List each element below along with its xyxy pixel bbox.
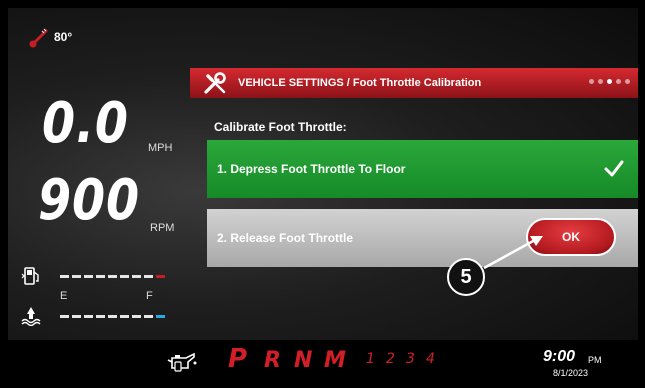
page-dot-active	[607, 79, 612, 84]
ok-button[interactable]: OK	[526, 218, 616, 256]
dashboard-screen: 80° 0.0 MPH 900 RPM E F VEHICLE SETTINGS…	[8, 8, 638, 380]
coolant-level-bar	[60, 314, 165, 318]
clock-date: 8/1/2023	[553, 368, 589, 378]
temperature-value: 80°	[54, 30, 73, 44]
thermometer-icon	[29, 28, 48, 48]
speed-unit: MPH	[148, 142, 173, 154]
wrench-screwdriver-icon	[204, 72, 226, 94]
speed-readout: 0.0	[42, 91, 129, 156]
panel-header: VEHICLE SETTINGS / Foot Throttle Calibra…	[190, 68, 638, 98]
rpm-unit: RPM	[150, 222, 175, 234]
page-dot	[625, 79, 630, 84]
page-dot	[598, 79, 603, 84]
oil-can-icon	[167, 352, 197, 372]
coolant-gauge	[20, 306, 165, 326]
step1-label: 1. Depress Foot Throttle To Floor	[217, 162, 406, 176]
calibration-subtitle: Calibrate Foot Throttle:	[214, 120, 347, 134]
page-indicator	[589, 79, 630, 84]
status-bar: P R N M 1 2 3 4 9:00 PM 8/1/2023	[8, 340, 638, 380]
temperature-indicator: 80°	[28, 26, 72, 48]
page-dot	[616, 79, 621, 84]
fuel-pump-icon	[21, 267, 39, 285]
gear-park: P	[228, 344, 248, 374]
gear-1: 1	[366, 351, 375, 367]
gear-4: 4	[426, 351, 435, 367]
gear-neutral: N	[294, 348, 313, 373]
coolant-empty-label: E	[60, 290, 68, 302]
callout-step-number: 5	[447, 258, 485, 296]
step2-label: 2. Release Foot Throttle	[217, 231, 354, 245]
page-dot	[589, 79, 594, 84]
clock-ampm: PM	[588, 355, 602, 365]
gear-2: 2	[386, 351, 395, 367]
fuel-level-bar	[60, 274, 165, 278]
coolant-full-label: F	[146, 290, 153, 302]
coolant-icon	[21, 307, 41, 326]
fuel-gauge	[20, 266, 165, 286]
step-depress-throttle: 1. Depress Foot Throttle To Floor	[207, 140, 638, 198]
step-release-throttle: 2. Release Foot Throttle OK	[207, 209, 638, 267]
rpm-readout: 900	[38, 168, 140, 233]
clock-time: 9:00	[543, 348, 576, 365]
breadcrumb: VEHICLE SETTINGS / Foot Throttle Calibra…	[238, 77, 482, 89]
checkmark-icon	[604, 160, 624, 177]
gear-3: 3	[406, 351, 415, 367]
gear-manual: M	[324, 348, 346, 373]
settings-panel: VEHICLE SETTINGS / Foot Throttle Calibra…	[190, 68, 638, 340]
gear-reverse: R	[264, 348, 281, 373]
main-display-area: 80° 0.0 MPH 900 RPM E F VEHICLE SETTINGS…	[8, 8, 638, 340]
